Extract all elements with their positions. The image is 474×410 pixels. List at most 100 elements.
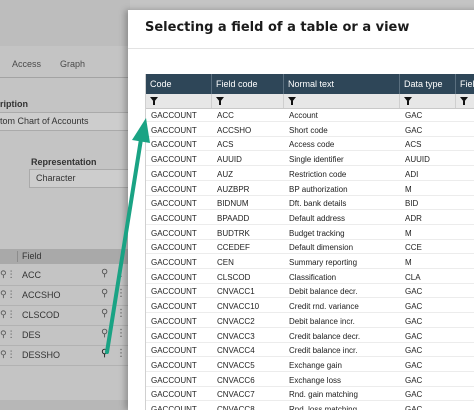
representation-field[interactable]: Character: [29, 169, 131, 188]
more-options-icon[interactable]: ⋮: [116, 348, 126, 359]
column-header-code[interactable]: Code: [146, 74, 212, 94]
row-field-extra: [456, 388, 474, 401]
row-field-extra: [456, 138, 474, 151]
row-field-code: CLSCOD: [217, 272, 251, 282]
row-data-type: CCE: [405, 243, 422, 253]
tab-graph[interactable]: Graph: [60, 59, 85, 69]
table-row[interactable]: GACCOUNT CNVACC7 Rnd. gain matching GAC: [146, 388, 474, 402]
table-row[interactable]: GACCOUNT CNVACC10 Credit rnd. variance GAC: [146, 300, 474, 314]
table-row[interactable]: GACCOUNT BUDTRK Budget tracking M: [146, 227, 474, 240]
row-field-extra: [456, 183, 474, 196]
row-normal-text: Rnd. gain matching: [289, 390, 358, 400]
filter-cell[interactable]: [400, 94, 456, 108]
table-row[interactable]: GACCOUNT ACC Account GAC: [146, 109, 474, 122]
row-field-code: AUZBPR: [217, 184, 250, 194]
table-row[interactable]: GACCOUNT BIDNUM Dft. bank details BID: [146, 197, 474, 211]
lookup-icon[interactable]: ⚲: [101, 308, 108, 319]
row-data-type: M: [405, 228, 412, 238]
row-data-type: GAC: [405, 331, 423, 341]
table-row[interactable]: GACCOUNT ACCSHO Short code GAC: [146, 124, 474, 137]
row-search-icon[interactable]: ⚲⋮: [0, 349, 16, 360]
filter-icon[interactable]: [404, 97, 412, 105]
background-grid-row[interactable]: ⚲⋮ CLSCOD ⚲ ⋮: [0, 305, 130, 326]
table-row[interactable]: GACCOUNT CNVACC3 Credit balance decr. GAC: [146, 330, 474, 343]
representation-value: Character: [36, 173, 76, 183]
row-field-extra: [456, 271, 474, 284]
column-header-field[interactable]: Field: [456, 74, 474, 94]
table-row[interactable]: GACCOUNT AUZBPR BP authorization M: [146, 183, 474, 196]
more-options-icon[interactable]: ⋮: [116, 268, 126, 279]
row-data-type: AUUID: [405, 155, 430, 165]
row-field-code: CCEDEF: [217, 243, 250, 253]
representation-label: Representation: [31, 157, 97, 167]
filter-icon[interactable]: [460, 97, 468, 105]
row-normal-text: Budget tracking: [289, 228, 345, 238]
row-field-extra: [456, 359, 474, 372]
more-options-icon[interactable]: ⋮: [116, 288, 126, 299]
table-row[interactable]: GACCOUNT AUUID Single identifier AUUID: [146, 153, 474, 167]
background-header: [0, 0, 130, 46]
lookup-icon[interactable]: ⚲: [101, 328, 108, 339]
background-grid-row[interactable]: ⚲⋮ DESSHO ⚲ ⋮: [0, 345, 130, 366]
background-grid-row[interactable]: ⚲⋮ ACCSHO ⚲ ⋮: [0, 285, 130, 306]
table-row[interactable]: GACCOUNT CNVACC2 Debit balance incr. GAC: [146, 315, 474, 328]
lookup-icon[interactable]: ⚲: [101, 288, 108, 299]
filter-cell[interactable]: [284, 94, 400, 108]
tab-divider: [0, 77, 130, 78]
table-row[interactable]: GACCOUNT BPAADD Default address ADR: [146, 212, 474, 225]
table-row[interactable]: GACCOUNT CNVACC1 Debit balance decr. GAC: [146, 285, 474, 299]
row-normal-text: Rnd. loss matching: [289, 405, 358, 410]
table-row[interactable]: GACCOUNT AUZ Restriction code ADI: [146, 168, 474, 181]
filter-cell[interactable]: [212, 94, 284, 108]
tab-access[interactable]: Access: [12, 59, 41, 69]
filter-icon[interactable]: [288, 97, 296, 105]
table-row[interactable]: GACCOUNT CCEDEF Default dimension CCE: [146, 241, 474, 255]
row-data-type: BID: [405, 199, 419, 209]
row-search-icon[interactable]: ⚲⋮: [0, 289, 16, 300]
more-options-icon[interactable]: ⋮: [116, 308, 126, 319]
table-row[interactable]: GACCOUNT ACS Access code ACS: [146, 138, 474, 152]
row-field-extra: [456, 374, 474, 387]
row-field-extra: [456, 168, 474, 181]
filter-cell[interactable]: [146, 94, 212, 108]
background-grid-row[interactable]: ⚲⋮ DES ⚲ ⋮: [0, 325, 130, 346]
filter-icon[interactable]: [216, 97, 224, 105]
description-field[interactable]: tom Chart of Accounts: [0, 112, 130, 131]
row-normal-text: Debit balance decr.: [289, 287, 358, 297]
row-code: GACCOUNT: [151, 316, 197, 326]
column-header-field-code[interactable]: Field code: [212, 74, 284, 94]
filter-cell[interactable]: [456, 94, 474, 108]
column-header-data-type[interactable]: Data type: [400, 74, 456, 94]
lookup-icon[interactable]: ⚲: [101, 268, 108, 279]
column-header-normal-text[interactable]: Normal text: [284, 74, 400, 94]
table-row[interactable]: GACCOUNT CLSCOD Classification CLA: [146, 271, 474, 284]
background-grid-header: Field: [0, 249, 130, 264]
filter-icon[interactable]: [150, 97, 158, 105]
row-code: GACCOUNT: [151, 199, 197, 209]
row-normal-text: Restriction code: [289, 169, 347, 179]
table-row[interactable]: GACCOUNT CNVACC4 Credit balance incr. GAC: [146, 344, 474, 358]
table-row[interactable]: GACCOUNT CNVACC8 Rnd. loss matching GAC: [146, 403, 474, 410]
row-data-type: ADR: [405, 213, 422, 223]
row-search-icon[interactable]: ⚲⋮: [0, 269, 16, 280]
row-field-extra: [456, 300, 474, 313]
row-data-type: GAC: [405, 111, 423, 120]
row-search-icon[interactable]: ⚲⋮: [0, 309, 16, 320]
background-grid-row[interactable]: ⚲⋮ ACC ⚲ ⋮: [0, 265, 130, 286]
row-field-extra: [456, 124, 474, 137]
row-normal-text: Short code: [289, 125, 328, 135]
row-code: GACCOUNT: [151, 140, 197, 150]
row-code: GACCOUNT: [151, 243, 197, 253]
row-normal-text: BP authorization: [289, 184, 348, 194]
row-search-icon[interactable]: ⚲⋮: [0, 329, 16, 340]
lookup-icon[interactable]: ⚲: [101, 348, 108, 359]
table-row[interactable]: GACCOUNT CEN Summary reporting M: [146, 256, 474, 269]
title-divider: [128, 48, 474, 49]
row-field: CLSCOD: [22, 310, 60, 320]
table-row[interactable]: GACCOUNT CNVACC6 Exchange loss GAC: [146, 374, 474, 387]
more-options-icon[interactable]: ⋮: [116, 328, 126, 339]
row-code: GACCOUNT: [151, 228, 197, 238]
table-row[interactable]: GACCOUNT CNVACC5 Exchange gain GAC: [146, 359, 474, 372]
row-field-code: AUUID: [217, 155, 242, 165]
row-field: DES: [22, 330, 41, 340]
